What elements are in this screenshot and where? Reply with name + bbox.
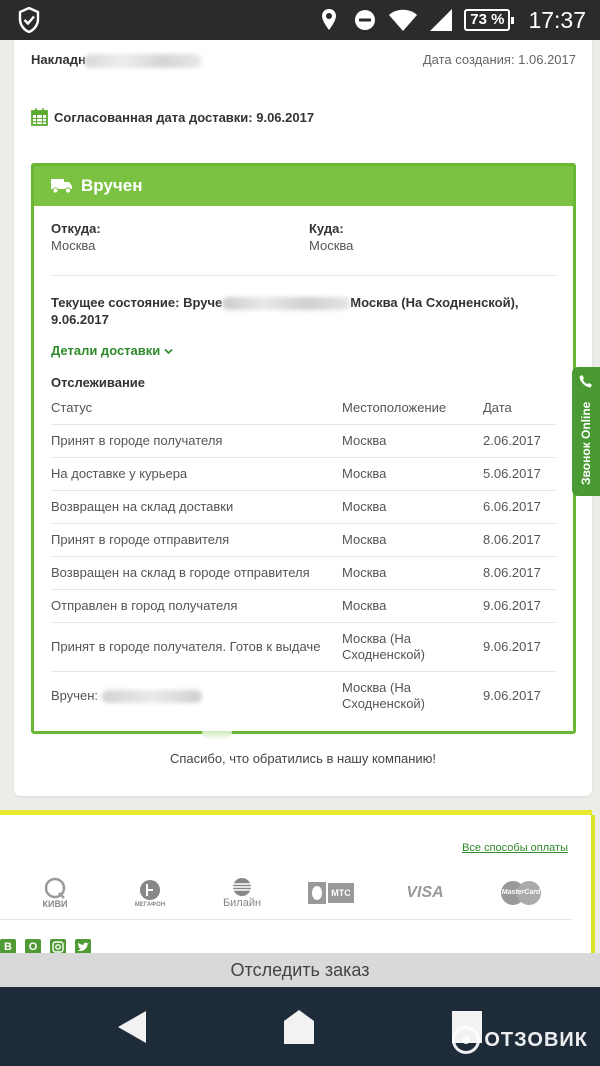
table-row: Возвращен на склад в городе отправителя …: [51, 556, 556, 590]
row-status: Вручен:: [51, 671, 342, 720]
status-header: Вручен: [34, 166, 573, 206]
chevron-down-icon: [164, 348, 173, 355]
payment-logos: КИВИ МЕГАФОН Билайн МТС VISA MasterCard: [30, 871, 550, 915]
column-header-location: Местоположение: [342, 391, 483, 425]
row-status: Принят в городе получателя: [51, 424, 342, 458]
row-location: Москва: [342, 556, 483, 590]
payment-methods-link[interactable]: Все способы оплаты: [462, 842, 568, 854]
signal-icon: [430, 9, 453, 31]
row-date: 8.06.2017: [483, 523, 556, 557]
beeline-logo: Билайн: [212, 871, 272, 915]
divider: [51, 275, 556, 276]
row-date: 5.06.2017: [483, 457, 556, 491]
row-location: Москва (На Сходненской): [342, 679, 426, 711]
location-icon: [322, 9, 337, 30]
row-date: 9.06.2017: [483, 622, 556, 672]
table-row: Возвращен на склад доставки Москва 6.06.…: [51, 490, 556, 524]
site-footer: Все способы оплаты КИВИ МЕГАФОН Билайн М…: [0, 810, 595, 960]
redacted-invoice: [83, 53, 202, 68]
row-date: 2.06.2017: [483, 424, 556, 458]
visa-logo: VISA: [406, 884, 444, 901]
otzovik-watermark: ОТЗОВИК: [452, 1026, 588, 1054]
redacted-recipient-name: [101, 689, 202, 703]
agreed-delivery-date: Согласованная дата доставки: 9.06.2017: [31, 108, 314, 126]
row-status: Принят в городе получателя. Готов к выда…: [51, 622, 342, 672]
back-icon[interactable]: [116, 1009, 150, 1045]
delivery-status-panel: Вручен Откуда: Москва Куда: Москва Текущ…: [31, 163, 576, 740]
qiwi-logo: КИВИ: [30, 871, 80, 915]
do-not-disturb-icon: [355, 10, 376, 30]
invoice-number: Накладн: [31, 52, 202, 68]
row-location: Москва: [342, 523, 483, 557]
tracking-table: Статус Местоположение Дата Принят в горо…: [51, 391, 556, 720]
otzovik-logo-icon: [452, 1026, 481, 1054]
table-row: Отправлен в город получателя Москва 9.06…: [51, 589, 556, 623]
battery-indicator: 73 %: [464, 9, 515, 31]
calendar-icon: [31, 108, 48, 126]
row-date: 9.06.2017: [483, 687, 541, 703]
row-date: 8.06.2017: [483, 556, 556, 590]
row-status: Отправлен в город получателя: [51, 589, 342, 623]
footer-divider: [0, 919, 572, 920]
call-online-tab[interactable]: Звонок Online: [572, 367, 600, 496]
delivery-details-link[interactable]: Детали доставки: [51, 343, 173, 358]
table-row: Принят в городе отправителя Москва 8.06.…: [51, 523, 556, 557]
order-card: Накладн Дата создания: 1.06.2017 Согласо…: [14, 40, 592, 796]
row-location: Москва: [342, 589, 483, 623]
table-row: Принят в городе получателя. Готов к выда…: [51, 622, 556, 672]
megafon-logo: МЕГАФОН: [120, 871, 180, 915]
route-from: Откуда: Москва: [51, 221, 101, 253]
row-status: Возвращен на склад доставки: [51, 490, 342, 524]
creation-date: Дата создания: 1.06.2017: [422, 52, 576, 67]
home-icon[interactable]: [282, 1009, 316, 1045]
mts-logo: МТС: [306, 871, 356, 915]
phone-icon: [579, 375, 592, 388]
row-date: 9.06.2017: [483, 589, 556, 623]
status-title: Вручен: [81, 176, 143, 195]
redacted-recipient: [222, 297, 351, 311]
row-location: Москва (На Сходненской): [342, 622, 483, 672]
row-location: Москва: [342, 424, 483, 458]
collapse-notch[interactable]: [202, 731, 232, 740]
status-bar: 73 % 17:37: [0, 0, 600, 40]
row-status: Принят в городе отправителя: [51, 523, 342, 557]
column-header-date: Дата: [483, 391, 556, 425]
route-to: Куда: Москва: [309, 221, 354, 253]
table-row: Принят в городе получателя Москва 2.06.2…: [51, 424, 556, 458]
wifi-icon: [389, 9, 418, 31]
row-location: Москва: [342, 490, 483, 524]
row-status: На доставке у курьера: [51, 457, 342, 491]
current-state: Текущее состояние: Вруче Москва (На Сходн…: [51, 295, 519, 327]
track-order-button[interactable]: Отследить заказ: [0, 953, 600, 987]
tracking-title: Отслеживание: [51, 375, 146, 390]
tracking-header-row: Статус Местоположение Дата: [51, 391, 556, 425]
column-header-status: Статус: [51, 391, 342, 425]
row-status: Возвращен на склад в городе отправителя: [51, 556, 342, 590]
table-row: Вручен: Москва (На Сходненской) 9.06.201…: [51, 671, 556, 720]
shield-icon: [18, 7, 40, 33]
mastercard-logo: MasterCard: [496, 871, 546, 915]
row-location: Москва: [342, 457, 483, 491]
row-date: 6.06.2017: [483, 490, 556, 524]
thanks-message: Спасибо, что обратились в нашу компанию!: [169, 751, 437, 766]
call-online-label: Звонок Online: [579, 401, 593, 485]
truck-icon: [51, 179, 72, 194]
clock: 17:37: [528, 6, 586, 33]
table-row: На доставке у курьера Москва 5.06.2017: [51, 457, 556, 491]
